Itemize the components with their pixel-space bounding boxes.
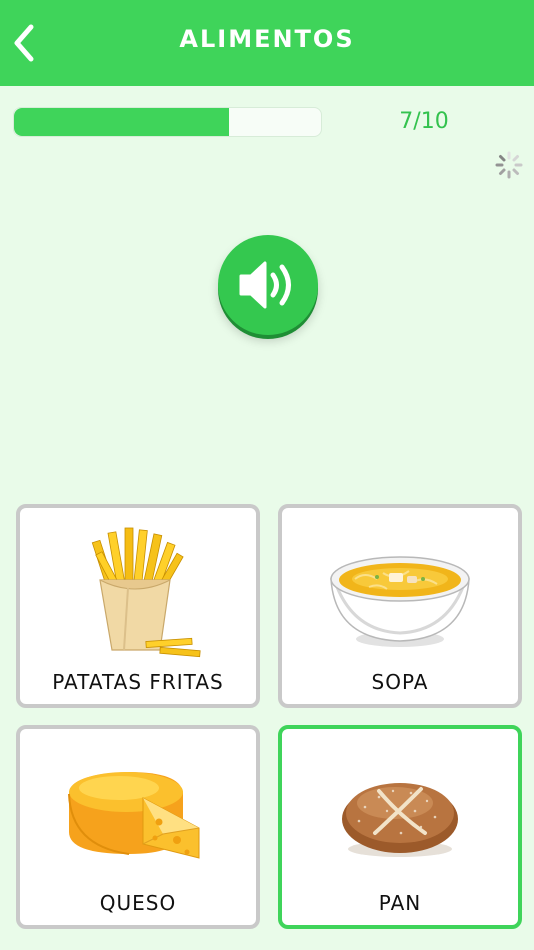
play-audio-button[interactable] xyxy=(218,235,318,335)
speaker-icon xyxy=(239,261,291,309)
loading-spinner-icon xyxy=(495,151,523,179)
progress-fill xyxy=(14,108,229,136)
answer-option-pan[interactable]: PAN xyxy=(278,725,522,929)
french-fries-image xyxy=(20,518,256,666)
progress-count: 7/10 xyxy=(399,109,449,134)
option-label: SOPA xyxy=(371,670,429,694)
page-title: ALIMENTOS xyxy=(179,25,355,53)
option-label: PAN xyxy=(378,891,422,915)
option-label: QUESO xyxy=(99,891,177,915)
answer-option-sopa[interactable]: SOPA xyxy=(278,504,522,708)
option-label: PATATAS FRITAS xyxy=(52,670,224,694)
cheese-image xyxy=(20,739,256,887)
answer-option-patatas-fritas[interactable]: PATATAS FRITAS xyxy=(16,504,260,708)
app-bar: ALIMENTOS xyxy=(0,0,534,86)
answer-option-queso[interactable]: QUESO xyxy=(16,725,260,929)
progress-bar xyxy=(13,107,322,137)
soup-bowl-image xyxy=(282,518,518,666)
bread-image xyxy=(282,739,518,887)
